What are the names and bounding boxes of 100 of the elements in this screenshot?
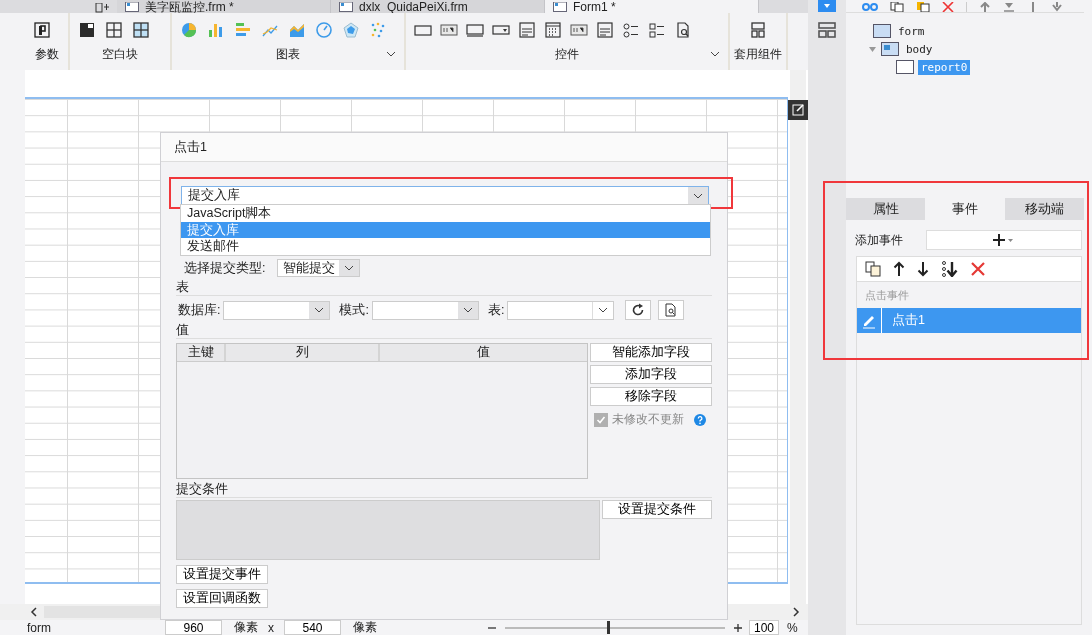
container-icon [881, 42, 899, 56]
copy-icon[interactable] [865, 261, 881, 277]
list-box-icon[interactable] [596, 21, 614, 39]
selected-object-name: form [27, 620, 52, 635]
list-icon[interactable] [518, 21, 536, 39]
grid-layout-icon[interactable] [105, 21, 123, 39]
checkbox-label: 未修改不更新 [612, 411, 684, 428]
new-tab-icon[interactable] [95, 3, 109, 13]
chevron-icon[interactable] [386, 51, 396, 57]
move-to-bottom-icon[interactable] [941, 261, 959, 277]
block-icon[interactable] [78, 21, 96, 39]
zoom-in-icon[interactable] [733, 622, 743, 633]
section-title: 值 [176, 323, 189, 337]
dropdown-icon[interactable] [818, 0, 836, 12]
dropdown-option[interactable]: JavaScript脚本 [181, 205, 710, 222]
zoom-slider-thumb[interactable] [607, 621, 611, 634]
field-button[interactable]: 添加字段 [590, 365, 712, 384]
chevron-icon [598, 307, 609, 313]
refresh-icon [631, 303, 646, 317]
panel-tab[interactable]: 事件 [925, 198, 1005, 220]
file-preview-icon [664, 303, 679, 317]
width-field[interactable]: 960 [165, 620, 222, 635]
field-label: 模式: [339, 301, 369, 319]
panel-tab[interactable]: 属性 [846, 198, 926, 220]
arrow-up-icon[interactable] [893, 261, 905, 277]
set-condition-button[interactable]: 设置提交条件 [602, 500, 712, 519]
section-title: 表 [176, 280, 189, 294]
height-field[interactable]: 540 [284, 620, 341, 635]
dimension-separator: x [268, 620, 274, 635]
settings-button[interactable]: 设置提交事件 [176, 565, 268, 584]
tree-item[interactable]: form [895, 23, 928, 39]
submit-type-select[interactable]: 智能提交 [277, 259, 361, 277]
event-group-header: 点击事件 [864, 288, 910, 303]
chevron-icon [314, 307, 325, 313]
container-icon [873, 24, 891, 38]
settings-button[interactable]: 设置回调函数 [176, 589, 268, 608]
chevron-icon [462, 307, 473, 313]
expand-arrow-icon[interactable] [868, 44, 877, 54]
field-button[interactable]: 移除字段 [590, 387, 712, 406]
ribbon-group-label: 参数 [34, 45, 59, 63]
column-header: 值 [476, 344, 491, 361]
file-tab[interactable]: dxlx_QuidaPeiXi.frm [331, 0, 545, 13]
column-header: 主键 [177, 344, 227, 361]
section-title: 提交条件 [176, 482, 228, 496]
ribbon-group-label: 图表 [276, 45, 300, 63]
arrow-down-icon[interactable] [917, 261, 929, 277]
percent-label: % [787, 620, 798, 635]
ribbon-group-label: 套用组件 [734, 45, 782, 63]
bar-chart-icon[interactable] [207, 21, 225, 39]
field-label: 数据库: [178, 301, 221, 319]
pie-chart-icon[interactable] [180, 21, 198, 39]
dropdown-option[interactable]: 发送邮件 [181, 238, 710, 255]
scroll-left-icon[interactable] [30, 607, 38, 617]
scatter-chart-icon[interactable] [369, 21, 387, 39]
container-icon [896, 60, 914, 74]
paste-icon[interactable] [916, 2, 930, 12]
copy-icon[interactable] [890, 2, 904, 12]
horizontal-bar-chart-icon[interactable] [234, 21, 252, 39]
move-down-icon[interactable] [1051, 2, 1063, 12]
zoom-field[interactable]: 100 [749, 620, 779, 635]
parameter-icon[interactable] [33, 21, 51, 39]
column-header: 列 [226, 344, 381, 361]
calendar-icon[interactable] [544, 21, 562, 39]
dialog-title: 点击1 [174, 138, 207, 156]
help-icon[interactable] [694, 413, 706, 426]
preview-button[interactable] [658, 300, 685, 320]
text-area-icon[interactable] [466, 21, 484, 39]
delete-icon[interactable] [971, 262, 985, 276]
refresh-button[interactable] [625, 300, 652, 320]
move-to-top-icon[interactable] [979, 2, 991, 12]
file-preview-icon[interactable] [674, 21, 692, 39]
checkbox-group-icon[interactable] [648, 21, 666, 39]
gauge-icon[interactable] [315, 21, 333, 39]
link-icon[interactable] [862, 2, 878, 12]
chevron-icon [693, 192, 703, 199]
radar-chart-icon[interactable] [342, 21, 360, 39]
table-layout-icon[interactable] [132, 21, 150, 39]
layout-icon[interactable] [818, 22, 836, 38]
number-field-icon[interactable] [570, 21, 588, 39]
radio-group-icon[interactable] [622, 21, 640, 39]
ribbon-group-label: 空白块 [102, 45, 138, 63]
layout-icon[interactable] [749, 21, 767, 39]
file-tab[interactable]: 美字瓯监控.frm * [117, 0, 331, 13]
panel-tab[interactable]: 移动端 [1004, 198, 1084, 220]
unit-label: 像素 [234, 619, 258, 635]
tree-item[interactable]: body [903, 41, 936, 57]
field-label: 添加事件 [855, 231, 903, 249]
field-button[interactable]: 智能添加字段 [590, 343, 712, 362]
field-label: 表: [487, 301, 505, 319]
file-tab[interactable]: Form1 * [545, 0, 759, 13]
field-label: 选择提交类型: [184, 259, 266, 277]
add-icon [992, 233, 1016, 247]
edit-icon[interactable] [788, 100, 808, 120]
chevron-icon [344, 265, 355, 271]
chevron-icon[interactable] [710, 51, 720, 57]
unit-label: 像素 [353, 619, 377, 635]
label-icon[interactable] [440, 21, 458, 39]
ribbon-group-label: 控件 [555, 45, 579, 63]
scroll-right-icon[interactable] [792, 607, 800, 617]
delete-icon[interactable] [942, 2, 954, 12]
